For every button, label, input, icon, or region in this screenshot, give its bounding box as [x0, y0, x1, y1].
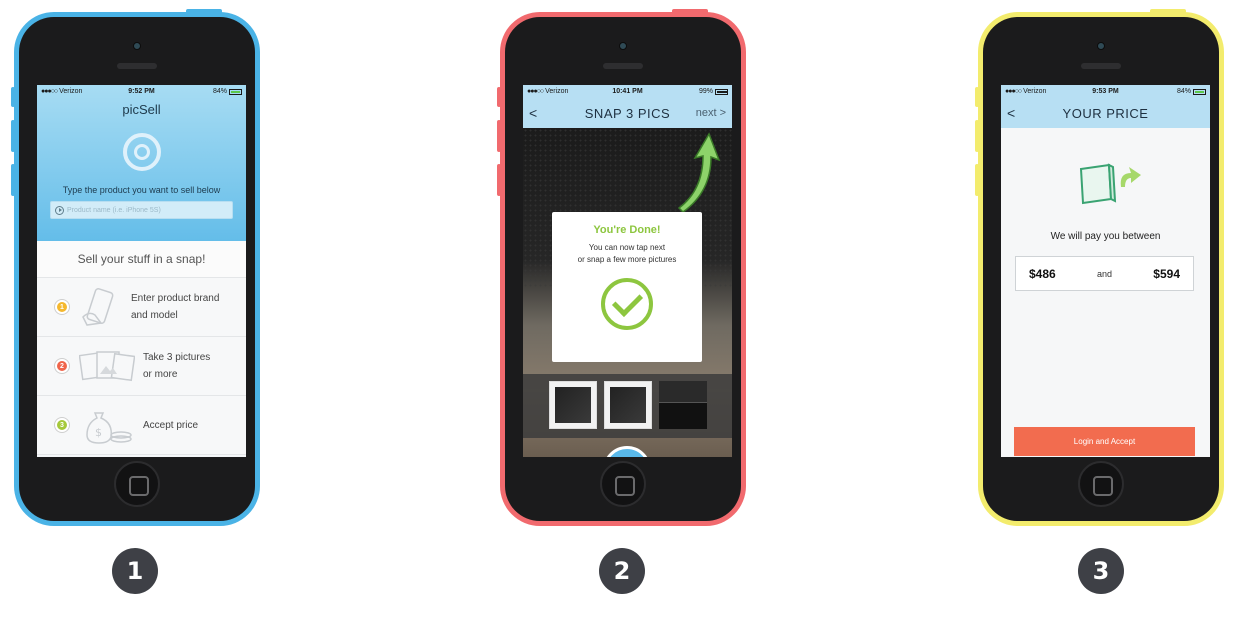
volume-down-button — [11, 164, 15, 196]
curved-arrow-icon — [677, 132, 721, 212]
step-badge-2: 2 — [599, 548, 645, 594]
battery-icon — [715, 88, 728, 95]
status-bar: ●●●○○ Verizon 9:52 PM 84% — [37, 85, 246, 98]
back-button[interactable]: < — [1007, 105, 1015, 121]
nav-bar: < SNAP 3 PICS next > — [523, 98, 732, 128]
dialog-title: You're Done! — [593, 224, 661, 236]
product-prompt: Type the product you want to sell below — [62, 185, 221, 195]
photo-thumbnail[interactable] — [549, 381, 597, 429]
photo-thumbnail[interactable] — [659, 381, 707, 429]
home-button[interactable] — [600, 461, 646, 507]
phone-bezel: ●●●○○ Verizon 9:52 PM 84% picSell Type t… — [19, 17, 255, 521]
volume-up-button — [975, 120, 979, 152]
step-number-badge: 1 — [55, 300, 69, 314]
status-time: 9:53 PM — [1092, 88, 1119, 95]
top-bar: ●●●○○ Verizon 10:41 PM 99% < SNAP 3 PICS… — [523, 85, 732, 128]
power-button — [1150, 9, 1186, 14]
phone-2: ●●●○○ Verizon 10:41 PM 99% < SNAP 3 PICS… — [497, 9, 746, 526]
mute-switch — [497, 87, 501, 107]
login-accept-button[interactable]: Login and Accept — [1014, 427, 1195, 456]
header-panel: ●●●○○ Verizon 9:52 PM 84% picSell Type t… — [37, 85, 246, 241]
checkmark-icon — [601, 278, 653, 330]
product-search-input[interactable]: Product name (i.e. iPhone 5S) — [50, 201, 233, 219]
step-row: 2 Take 3 pictures or more — [37, 337, 246, 396]
status-time: 9:52 PM — [128, 88, 155, 95]
stage: ●●●○○ Verizon 9:52 PM 84% picSell Type t… — [0, 0, 1237, 638]
price-range-box: $486 and $594 — [1015, 256, 1194, 291]
wallet-icon — [1079, 163, 1141, 205]
step-row: 3 $ Accept price — [37, 396, 246, 455]
svg-text:$: $ — [95, 426, 102, 439]
screen-1: ●●●○○ Verizon 9:52 PM 84% picSell Type t… — [37, 85, 246, 457]
earpiece — [603, 63, 643, 69]
home-button[interactable] — [114, 461, 160, 507]
app-title: picSell — [122, 102, 161, 117]
step-row: 1 Enter product brand and model — [37, 278, 246, 337]
done-dialog: You're Done! You can now tap next or sna… — [552, 212, 702, 362]
earpiece — [1081, 63, 1121, 69]
phone-bezel: ●●●○○ Verizon 10:41 PM 99% < SNAP 3 PICS… — [505, 17, 741, 521]
power-button — [672, 9, 708, 14]
battery-icon — [1193, 88, 1206, 95]
volume-up-button — [11, 120, 15, 152]
play-icon — [55, 205, 64, 215]
front-camera — [1097, 42, 1105, 50]
screen-title: YOUR PRICE — [1062, 105, 1149, 121]
status-bar: ●●●○○ Verizon 10:41 PM 99% — [523, 85, 732, 98]
screen-2: ●●●○○ Verizon 10:41 PM 99% < SNAP 3 PICS… — [523, 85, 732, 457]
step-badge-3: 3 — [1078, 548, 1124, 594]
phone-1: ●●●○○ Verizon 9:52 PM 84% picSell Type t… — [11, 9, 260, 526]
phone-hand-icon — [82, 288, 114, 326]
battery-icon — [229, 88, 242, 95]
step-badge-1: 1 — [112, 548, 158, 594]
price-high: $594 — [1153, 266, 1180, 281]
product-search-placeholder: Product name (i.e. iPhone 5S) — [67, 206, 161, 214]
step-text-line1: Accept price — [143, 419, 199, 431]
app-logo-icon — [122, 133, 161, 171]
phone-bezel: ●●●○○ Verizon 9:53 PM 84% < YOUR PRICE W… — [983, 17, 1219, 521]
volume-down-button — [975, 164, 979, 196]
money-bag-icon: $ — [86, 412, 132, 444]
screen-3: ●●●○○ Verizon 9:53 PM 84% < YOUR PRICE W… — [1001, 85, 1210, 457]
step-text-line1: Enter product brand — [131, 293, 220, 304]
volume-up-button — [497, 120, 501, 152]
price-low: $486 — [1029, 266, 1056, 281]
pictures-icon — [79, 351, 135, 382]
tagline: Sell your stuff in a snap! — [37, 241, 246, 278]
status-bar: ●●●○○ Verizon 9:53 PM 84% — [1001, 85, 1210, 98]
shutter-button[interactable] — [603, 446, 651, 457]
power-button — [186, 9, 222, 14]
phone-3: ●●●○○ Verizon 9:53 PM 84% < YOUR PRICE W… — [975, 9, 1224, 526]
earpiece — [117, 63, 157, 69]
price-and: and — [1096, 268, 1113, 279]
next-button[interactable]: next > — [696, 107, 726, 119]
step-text-line2: and model — [131, 310, 178, 321]
front-camera — [133, 42, 141, 50]
step-number-badge: 2 — [55, 359, 69, 373]
back-button[interactable]: < — [529, 105, 537, 121]
dialog-line2: or snap a few more pictures — [577, 255, 677, 264]
mute-switch — [11, 87, 15, 107]
front-camera — [619, 42, 627, 50]
step-text-line2: or more — [143, 369, 178, 380]
step-number-badge: 3 — [55, 418, 69, 432]
status-time: 10:41 PM — [612, 88, 643, 95]
step-text-line1: Take 3 pictures — [143, 352, 211, 363]
nav-bar: < YOUR PRICE — [1001, 98, 1210, 128]
volume-down-button — [497, 164, 501, 196]
dialog-line1: You can now tap next — [588, 243, 666, 252]
home-button[interactable] — [1078, 461, 1124, 507]
top-bar: ●●●○○ Verizon 9:53 PM 84% < YOUR PRICE — [1001, 85, 1210, 128]
pay-label: We will pay you between — [1050, 231, 1161, 242]
thumbnail-strip — [523, 374, 732, 438]
photo-thumbnail[interactable] — [604, 381, 652, 429]
mute-switch — [975, 87, 979, 107]
